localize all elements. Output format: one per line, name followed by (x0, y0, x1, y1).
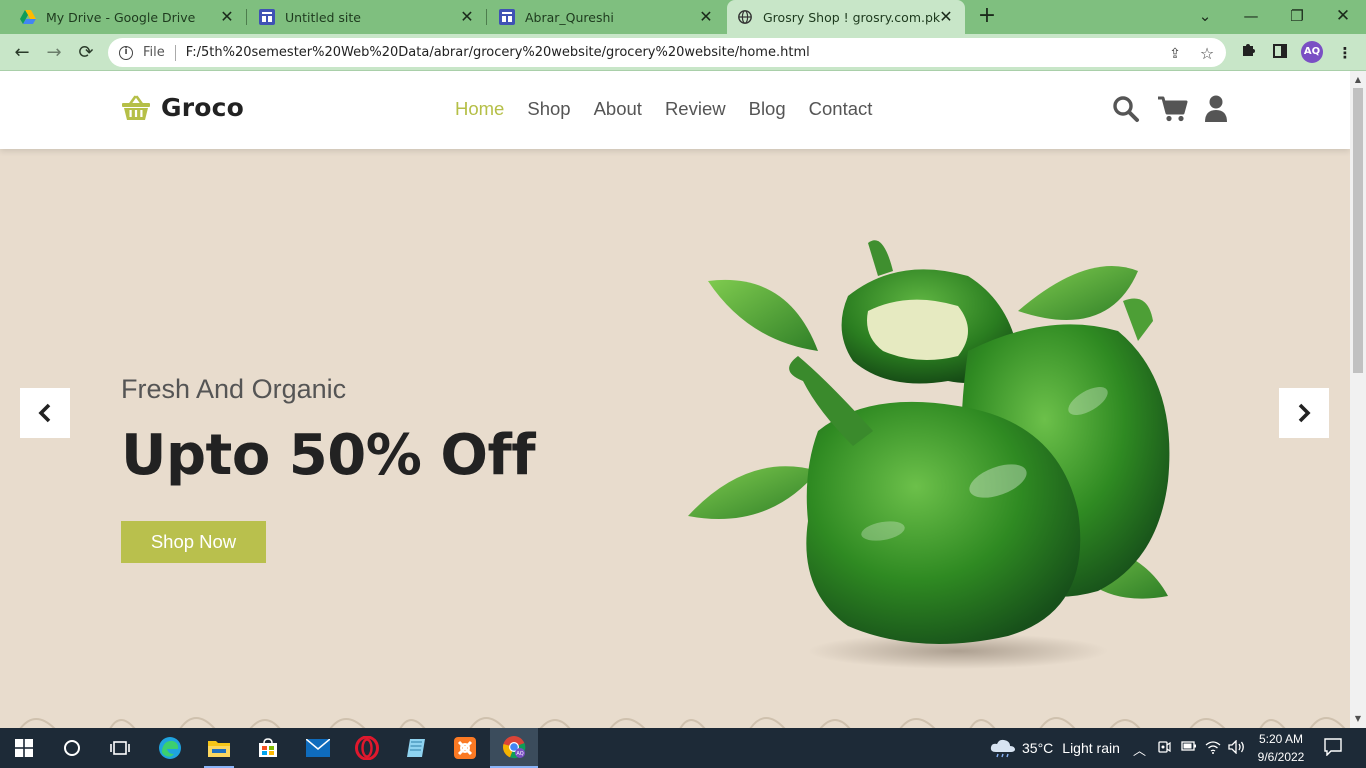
chevron-right-icon (1298, 403, 1311, 423)
close-tab-icon[interactable]: ✕ (458, 8, 476, 26)
scrollbar-thumb[interactable] (1353, 88, 1363, 373)
minimize-button[interactable]: — (1228, 0, 1274, 34)
google-sites-icon (499, 9, 515, 25)
weather-temp: 35°C (1022, 740, 1054, 756)
browser-toolbar: ← → ⟳ i File F:/5th%20semester%20Web%20D… (0, 34, 1366, 71)
opera-browser-icon[interactable] (343, 728, 391, 768)
nav-review[interactable]: Review (665, 98, 726, 120)
tab-untitled-site[interactable]: Untitled site ✕ (247, 0, 487, 34)
side-panel-icon[interactable] (1267, 40, 1293, 66)
rain-cloud-icon (990, 739, 1015, 758)
weather-condition: Light rain (1062, 740, 1120, 756)
profile-avatar[interactable]: AQ (1301, 41, 1323, 63)
new-tab-button[interactable]: + (974, 4, 1000, 30)
browser-tab-strip: My Drive - Google Drive ✕ Untitled site … (0, 0, 1366, 34)
show-hidden-icons-chevron-icon[interactable]: ︿ (1133, 740, 1146, 759)
extensions-puzzle-icon[interactable] (1235, 40, 1261, 66)
search-icon[interactable] (1112, 95, 1140, 123)
tab-title: Abrar_Qureshi (525, 9, 614, 25)
divider (174, 44, 176, 61)
site-logo[interactable]: Groco (121, 93, 244, 122)
slider-next-button[interactable] (1279, 388, 1329, 438)
search-circle-icon[interactable] (48, 728, 96, 768)
task-view-icon[interactable] (96, 728, 144, 768)
nav-contact[interactable]: Contact (809, 98, 873, 120)
menu-kebab-icon[interactable]: ⋮ (1332, 40, 1358, 66)
wifi-icon[interactable] (1205, 740, 1221, 758)
tab-grosry-shop[interactable]: Grosry Shop ! grosry.com.pk ✕ (727, 0, 965, 34)
site-info-icon[interactable]: i (119, 45, 133, 60)
url-scheme: File (143, 45, 165, 60)
nav-home[interactable]: Home (455, 98, 504, 120)
logo-text: Groco (161, 93, 245, 122)
tab-title: Grosry Shop ! grosry.com.pk (763, 9, 941, 25)
hero-title: Upto 50% Off (121, 423, 536, 488)
reload-button[interactable]: ⟳ (73, 40, 99, 66)
edge-browser-icon[interactable] (146, 728, 194, 768)
url-text[interactable]: F:/5th%20semester%20Web%20Data/abrar/gro… (186, 45, 810, 60)
close-tab-icon[interactable]: ✕ (937, 8, 955, 26)
microsoft-store-icon[interactable] (244, 728, 292, 768)
nav-about[interactable]: About (594, 98, 642, 120)
user-account-icon[interactable] (1204, 95, 1228, 123)
shopping-basket-icon (122, 95, 150, 120)
close-tab-icon[interactable]: ✕ (218, 8, 236, 26)
svg-text:AQ: AQ (516, 751, 523, 757)
tab-google-drive[interactable]: My Drive - Google Drive ✕ (8, 0, 247, 34)
notifications-icon[interactable] (1324, 738, 1342, 760)
back-button[interactable]: ← (9, 40, 35, 66)
slider-prev-button[interactable] (20, 388, 70, 438)
file-explorer-icon[interactable] (195, 728, 243, 768)
google-sites-icon (259, 9, 275, 25)
battery-icon[interactable] (1181, 740, 1197, 756)
green-pepper-hero-image (688, 240, 1170, 669)
forward-button[interactable]: → (41, 40, 67, 66)
tab-title: Untitled site (285, 9, 361, 25)
volume-icon[interactable] (1228, 739, 1246, 758)
close-window-button[interactable]: ✕ (1320, 0, 1366, 34)
chrome-browser-icon[interactable]: AQ (490, 728, 538, 768)
shop-now-button[interactable]: Shop Now (121, 521, 266, 563)
xampp-icon[interactable] (441, 728, 489, 768)
clock-time: 5:20 AM (1258, 732, 1304, 746)
address-bar[interactable]: i File F:/5th%20semester%20Web%20Data/ab… (108, 38, 1226, 67)
tab-abrar-qureshi[interactable]: Abrar_Qureshi ✕ (487, 0, 725, 34)
scroll-up-arrow-icon[interactable]: ▲ (1350, 73, 1366, 87)
tab-search-chevron-icon[interactable]: ⌄ (1182, 0, 1228, 34)
hero-subtitle: Fresh And Organic (121, 374, 347, 404)
close-tab-icon[interactable]: ✕ (697, 8, 715, 26)
share-icon[interactable]: ⇪ (1166, 45, 1184, 63)
bookmark-star-icon[interactable]: ☆ (1198, 45, 1216, 63)
scroll-down-arrow-icon[interactable]: ▼ (1350, 712, 1366, 726)
google-drive-icon (20, 9, 36, 25)
clock-date: 9/6/2022 (1257, 750, 1305, 764)
cart-icon[interactable] (1157, 95, 1188, 123)
tab-title: My Drive - Google Drive (46, 9, 196, 25)
windows-taskbar: AQ 35°C Light rain ︿ 5:20 AM 9/6/2022 (0, 728, 1366, 768)
notes-app-icon[interactable] (392, 728, 440, 768)
windows-start-icon[interactable] (0, 728, 48, 768)
page-scrollbar[interactable]: ▲ ▼ (1350, 71, 1366, 728)
decorative-leaf-pattern (19, 717, 1346, 728)
nav-blog[interactable]: Blog (749, 98, 786, 120)
system-clock[interactable]: 5:20 AM 9/6/2022 (1256, 730, 1306, 766)
meet-now-icon[interactable] (1157, 740, 1171, 758)
nav-shop[interactable]: Shop (527, 98, 570, 120)
mail-icon[interactable] (294, 728, 342, 768)
web-page: Groco Home Shop About Review Blog Contac… (0, 71, 1350, 728)
weather-widget[interactable]: 35°C Light rain (990, 738, 1120, 758)
globe-icon (737, 9, 753, 25)
main-nav: Home Shop About Review Blog Contact (455, 98, 895, 120)
site-header: Groco Home Shop About Review Blog Contac… (0, 71, 1350, 149)
restore-button[interactable]: ❐ (1274, 0, 1320, 34)
chevron-left-icon (38, 403, 51, 423)
